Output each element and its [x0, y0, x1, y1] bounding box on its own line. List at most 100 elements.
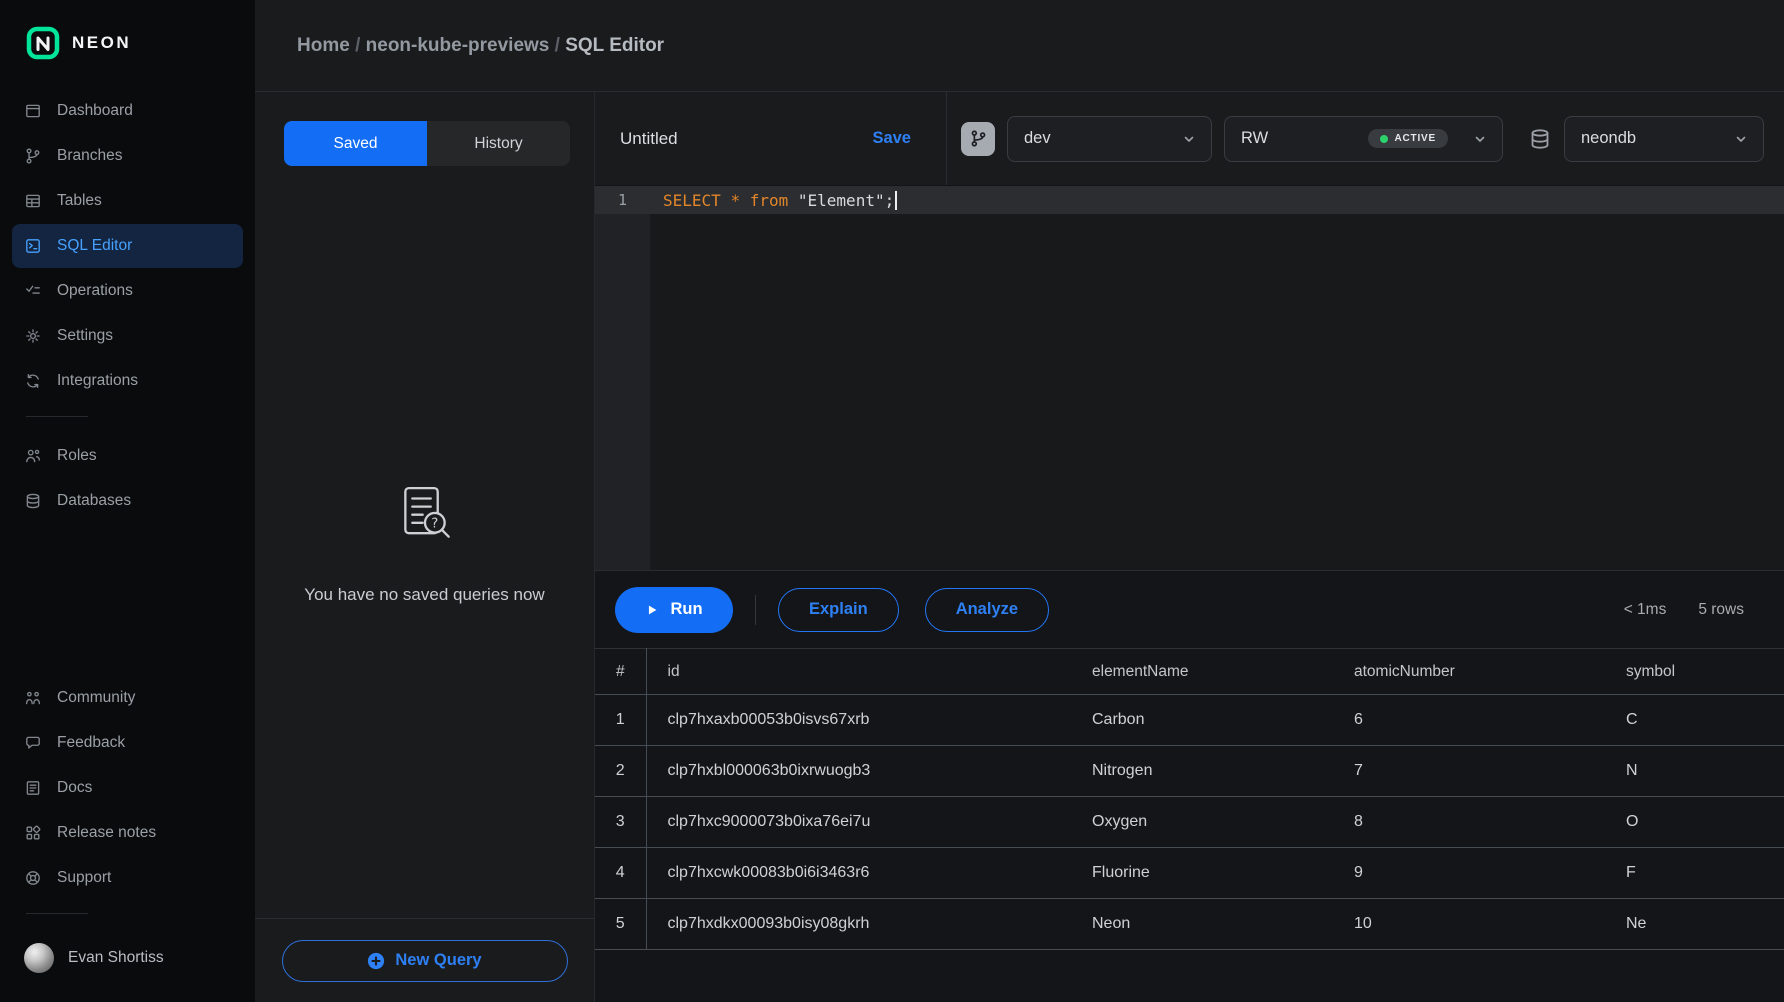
table-cell: Fluorine [1076, 848, 1338, 899]
new-query-button[interactable]: New Query [282, 940, 568, 982]
sidebar: NEON Dashboard Branches Tables SQL EditorOp… [0, 0, 255, 1002]
app: NEON Dashboard Branches Tables SQL EditorOp… [0, 0, 1784, 1002]
sidebar-item-branches[interactable]: Branches [12, 134, 243, 178]
analyze-button[interactable]: Analyze [925, 588, 1049, 632]
table-cell: Ne [1610, 899, 1784, 950]
user-name: Evan Shortiss [68, 949, 164, 967]
column-header: id [646, 649, 1076, 695]
docs-icon [24, 779, 42, 797]
sidebar-item-label: Release notes [57, 824, 156, 842]
sidebar-item-settings[interactable]: Settings [12, 314, 243, 358]
branch-select[interactable]: dev [1007, 116, 1212, 162]
table-cell: clp7hxc9000073b0ixa76ei7u [646, 797, 1076, 848]
table-cell: Oxygen [1076, 797, 1338, 848]
saved-queries-panel: SavedHistory ? You have no saved queries… [255, 92, 595, 1002]
breadcrumb-separator: / [350, 35, 366, 57]
settings-icon [24, 327, 42, 345]
sidebar-item-release-notes[interactable]: Release notes [12, 811, 243, 855]
brand-wordmark: NEON [72, 33, 131, 53]
sidebar-item-label: Support [57, 869, 111, 887]
chevron-down-icon [1733, 131, 1749, 147]
row-count: 5 rows [1698, 601, 1744, 619]
branch-select-value: dev [1024, 129, 1051, 148]
database-select[interactable]: neondb [1564, 116, 1764, 162]
sidebar-item-label: Settings [57, 327, 113, 345]
breadcrumb-item[interactable]: neon-kube-previews [366, 35, 550, 57]
results-table: #idelementNameatomicNumbersymbol 1clp7hx… [595, 648, 1784, 950]
compute-select[interactable]: RW ACTIVE [1224, 116, 1503, 162]
table-cell: Nitrogen [1076, 746, 1338, 797]
code-token [721, 191, 731, 210]
saved-history-toggle: SavedHistory [284, 121, 570, 166]
neon-logo-icon [26, 26, 60, 60]
sidebar-divider [26, 913, 88, 914]
operations-icon [24, 282, 42, 300]
sidebar-item-support[interactable]: Support [12, 856, 243, 900]
status-dot-icon [1380, 135, 1388, 143]
branches-icon [24, 147, 42, 165]
tab-history[interactable]: History [427, 121, 570, 166]
chevron-down-icon [1472, 131, 1488, 147]
column-header: # [595, 649, 646, 695]
action-bar: Run Explain Analyze < 1ms 5 rows [595, 570, 1784, 648]
query-duration: < 1ms [1624, 601, 1667, 619]
run-button[interactable]: Run [615, 587, 733, 633]
query-title[interactable]: Untitled [620, 129, 678, 149]
table-cell: C [1610, 695, 1784, 746]
sidebar-item-integrations[interactable]: Integrations [12, 359, 243, 403]
brand-logo[interactable]: NEON [0, 0, 255, 84]
community-icon [24, 689, 42, 707]
breadcrumb-separator: / [549, 35, 565, 57]
roles-icon [24, 447, 42, 465]
table-row: 2clp7hxbl000063b0ixrwuogb3Nitrogen7N [595, 746, 1784, 797]
table-cell: clp7hxdkx00093b0isy08gkrh [646, 899, 1076, 950]
run-label: Run [670, 600, 702, 619]
svg-text:?: ? [431, 516, 438, 531]
explain-button[interactable]: Explain [778, 588, 899, 632]
table-cell: clp7hxbl000063b0ixrwuogb3 [646, 746, 1076, 797]
sidebar-item-tables[interactable]: Tables [12, 179, 243, 223]
breadcrumb-item[interactable]: Home [297, 35, 350, 57]
support-icon [24, 869, 42, 887]
table-cell: O [1610, 797, 1784, 848]
sidebar-item-label: Integrations [57, 372, 138, 390]
table-cell: clp7hxcwk00083b0i6i3463r6 [646, 848, 1076, 899]
sidebar-item-dashboard[interactable]: Dashboard [12, 89, 243, 133]
sidebar-item-sql-editor[interactable]: SQL Editor [12, 224, 243, 268]
column-header: symbol [1610, 649, 1784, 695]
save-button[interactable]: Save [872, 129, 911, 148]
tables-icon [24, 192, 42, 210]
table-row: 4clp7hxcwk00083b0i6i3463r6Fluorine9F [595, 848, 1784, 899]
code-token: SELECT [663, 191, 721, 210]
sidebar-item-label: Branches [57, 147, 122, 165]
sidebar-item-roles[interactable]: Roles [12, 434, 243, 478]
sidebar-item-operations[interactable]: Operations [12, 269, 243, 313]
feedback-icon [24, 734, 42, 752]
sidebar-item-feedback[interactable]: Feedback [12, 721, 243, 765]
table-row: 5clp7hxdkx00093b0isy08gkrhNeon10Ne [595, 899, 1784, 950]
plus-circle-icon [367, 952, 385, 970]
code-token: ; [885, 191, 895, 210]
sidebar-item-databases[interactable]: Databases [12, 479, 243, 523]
text-cursor [895, 191, 897, 210]
sidebar-divider [26, 416, 88, 417]
table-cell: 5 [595, 899, 646, 950]
dashboard-icon [24, 102, 42, 120]
databases-icon [24, 492, 42, 510]
code-token [788, 191, 798, 210]
tab-saved[interactable]: Saved [284, 121, 427, 166]
table-cell: 4 [595, 848, 646, 899]
sidebar-item-community[interactable]: Community [12, 676, 243, 720]
breadcrumb: Home / neon-kube-previews / SQL Editor [255, 0, 1784, 92]
table-cell: F [1610, 848, 1784, 899]
user-menu[interactable]: Evan Shortiss [12, 936, 243, 980]
empty-state-text: You have no saved queries now [304, 585, 544, 605]
sql-editor[interactable]: 1 SELECT * from "Element"; [595, 186, 1784, 570]
table-cell: clp7hxaxb00053b0isvs67xrb [646, 695, 1076, 746]
line-number: 1 [595, 191, 650, 209]
sidebar-item-docs[interactable]: Docs [12, 766, 243, 810]
sidebar-item-label: Community [57, 689, 135, 707]
sidebar-item-label: Tables [57, 192, 102, 210]
editor-gutter [595, 186, 650, 570]
table-cell: 1 [595, 695, 646, 746]
